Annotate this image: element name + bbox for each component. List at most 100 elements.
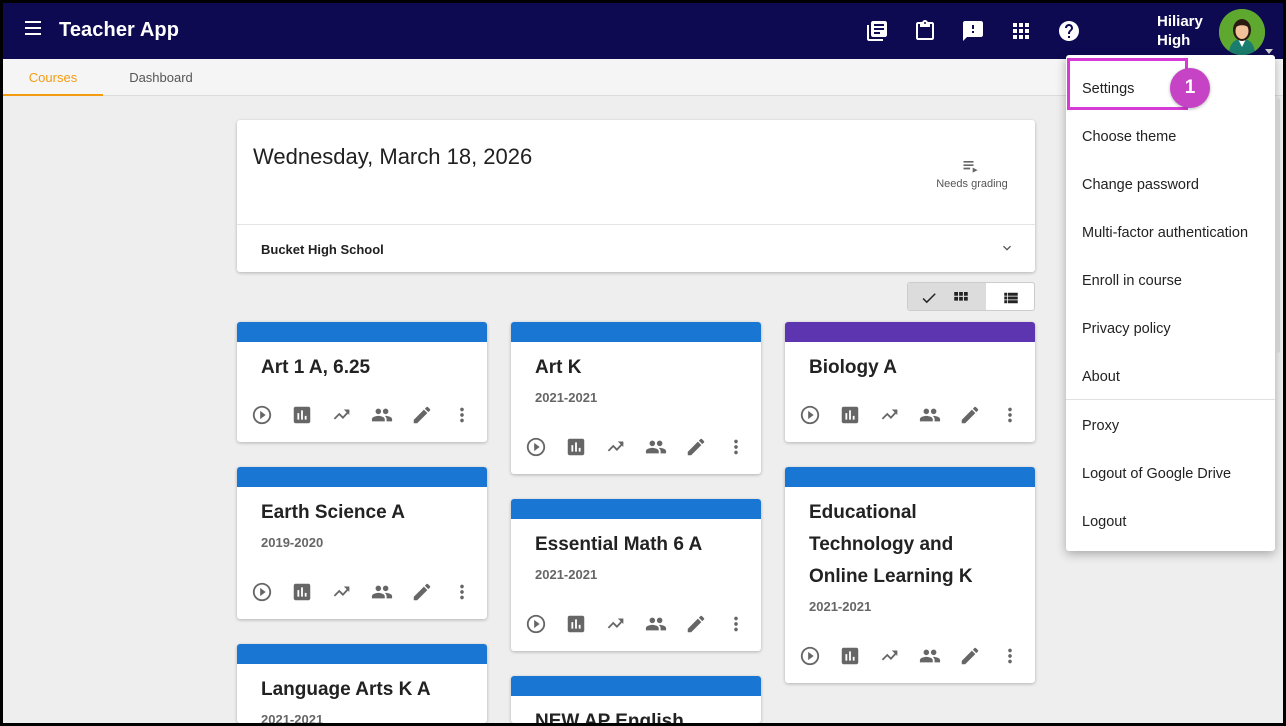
menu-item-multi-factor-authentication[interactable]: Multi-factor authentication xyxy=(1082,225,1248,241)
course-card[interactable]: Art 1 A, 6.25 xyxy=(237,322,487,442)
menu-item-privacy-policy[interactable]: Privacy policy xyxy=(1082,321,1171,337)
clipboard-icon[interactable] xyxy=(913,19,937,43)
menu-item-proxy[interactable]: Proxy xyxy=(1082,418,1119,434)
more-vert-icon[interactable] xyxy=(451,581,473,603)
chevron-down-icon[interactable] xyxy=(999,240,1015,256)
course-card[interactable]: Essential Math 6 A 2021-2021 xyxy=(511,499,761,651)
current-date: Wednesday, March 18, 2026 xyxy=(253,144,533,169)
course-card[interactable]: Earth Science A 2019-2020 xyxy=(237,467,487,619)
tab-dashboard[interactable]: Dashboard xyxy=(111,59,211,96)
course-year: 2021-2021 xyxy=(535,390,598,405)
hamburger-menu-icon[interactable] xyxy=(25,21,45,41)
more-vert-icon[interactable] xyxy=(999,404,1021,426)
date-card: Wednesday, March 18, 2026 Needs grading … xyxy=(237,120,1035,272)
course-color-bar xyxy=(511,676,761,696)
app-title: Teacher App xyxy=(59,19,180,41)
people-icon[interactable] xyxy=(919,404,941,426)
view-toggle xyxy=(907,282,1035,311)
check-icon xyxy=(922,293,936,304)
bar-chart-icon[interactable] xyxy=(291,581,313,603)
divider xyxy=(237,224,1035,225)
course-actions xyxy=(251,404,481,428)
course-actions xyxy=(525,613,755,637)
edit-icon[interactable] xyxy=(685,436,707,458)
avatar[interactable] xyxy=(1219,9,1265,55)
course-card[interactable]: Biology A xyxy=(785,322,1035,442)
play-icon[interactable] xyxy=(799,645,821,667)
course-actions xyxy=(251,581,481,605)
edit-icon[interactable] xyxy=(411,581,433,603)
people-icon[interactable] xyxy=(371,581,393,603)
edit-icon[interactable] xyxy=(411,404,433,426)
more-vert-icon[interactable] xyxy=(725,436,747,458)
course-card[interactable]: Educational Technology and Online Learni… xyxy=(785,467,1035,683)
bar-chart-icon[interactable] xyxy=(291,404,313,426)
trending-icon[interactable] xyxy=(879,645,901,667)
course-card[interactable]: NEW AP English xyxy=(511,676,761,723)
course-name[interactable]: Language Arts K A xyxy=(237,664,487,706)
course-color-bar xyxy=(785,322,1035,342)
user-avatar-icon xyxy=(1219,9,1265,55)
account-caret-icon[interactable] xyxy=(1265,49,1273,54)
course-name[interactable]: Educational Technology and Online Learni… xyxy=(785,487,1035,593)
edit-icon[interactable] xyxy=(685,613,707,635)
menu-item-logout-google-drive[interactable]: Logout of Google Drive xyxy=(1082,466,1231,482)
trending-icon[interactable] xyxy=(605,613,627,635)
bar-chart-icon[interactable] xyxy=(565,613,587,635)
school-name[interactable]: Bucket High School xyxy=(261,242,384,257)
menu-item-choose-theme[interactable]: Choose theme xyxy=(1082,129,1176,145)
play-icon[interactable] xyxy=(251,581,273,603)
step-badge: 1 xyxy=(1170,68,1210,108)
course-name[interactable]: NEW AP English xyxy=(511,696,761,723)
library-books-icon[interactable] xyxy=(865,19,889,43)
bar-chart-icon[interactable] xyxy=(565,436,587,458)
course-card[interactable]: Language Arts K A 2021-2021 xyxy=(237,644,487,723)
grid-view-button[interactable] xyxy=(908,283,986,310)
more-vert-icon[interactable] xyxy=(999,645,1021,667)
trending-icon[interactable] xyxy=(605,436,627,458)
user-name[interactable]: Hiliary High xyxy=(1157,12,1203,50)
play-icon[interactable] xyxy=(251,404,273,426)
trending-icon[interactable] xyxy=(879,404,901,426)
app-window: Teacher App Hiliary High Courses Dashboa… xyxy=(3,3,1283,723)
course-card[interactable]: Art K 2021-2021 xyxy=(511,322,761,474)
course-name[interactable]: Art K xyxy=(511,342,761,384)
apps-grid-icon[interactable] xyxy=(1009,19,1033,43)
help-icon[interactable] xyxy=(1057,19,1081,43)
list-view-icon[interactable] xyxy=(1002,289,1020,307)
menu-item-about[interactable]: About xyxy=(1082,369,1120,385)
bar-chart-icon[interactable] xyxy=(839,645,861,667)
needs-grading-label[interactable]: Needs grading xyxy=(927,178,1017,190)
course-name[interactable]: Art 1 A, 6.25 xyxy=(237,342,487,384)
menu-item-enroll-in-course[interactable]: Enroll in course xyxy=(1082,273,1182,289)
people-icon[interactable] xyxy=(371,404,393,426)
edit-icon[interactable] xyxy=(959,645,981,667)
course-actions xyxy=(525,436,755,460)
menu-item-change-password[interactable]: Change password xyxy=(1082,177,1199,193)
menu-item-logout[interactable]: Logout xyxy=(1082,514,1126,530)
course-actions xyxy=(799,645,1029,669)
trending-icon[interactable] xyxy=(331,581,353,603)
play-icon[interactable] xyxy=(799,404,821,426)
course-name[interactable]: Essential Math 6 A xyxy=(511,519,761,561)
more-vert-icon[interactable] xyxy=(451,404,473,426)
people-icon[interactable] xyxy=(919,645,941,667)
course-name[interactable]: Earth Science A xyxy=(237,487,487,529)
course-name[interactable]: Biology A xyxy=(785,342,1035,384)
account-menu: Settings Choose theme Change password Mu… xyxy=(1066,55,1275,551)
scrollbar[interactable] xyxy=(1275,98,1280,353)
bar-chart-icon[interactable] xyxy=(839,404,861,426)
people-icon[interactable] xyxy=(645,613,667,635)
course-color-bar xyxy=(237,644,487,664)
edit-icon[interactable] xyxy=(959,404,981,426)
tab-courses[interactable]: Courses xyxy=(3,59,103,96)
needs-grading-icon[interactable] xyxy=(961,156,981,176)
people-icon[interactable] xyxy=(645,436,667,458)
course-year: 2021-2021 xyxy=(535,567,598,582)
trending-icon[interactable] xyxy=(331,404,353,426)
play-icon[interactable] xyxy=(525,613,547,635)
feedback-icon[interactable] xyxy=(961,19,985,43)
more-vert-icon[interactable] xyxy=(725,613,747,635)
course-year: 2021-2021 xyxy=(261,712,324,723)
play-icon[interactable] xyxy=(525,436,547,458)
